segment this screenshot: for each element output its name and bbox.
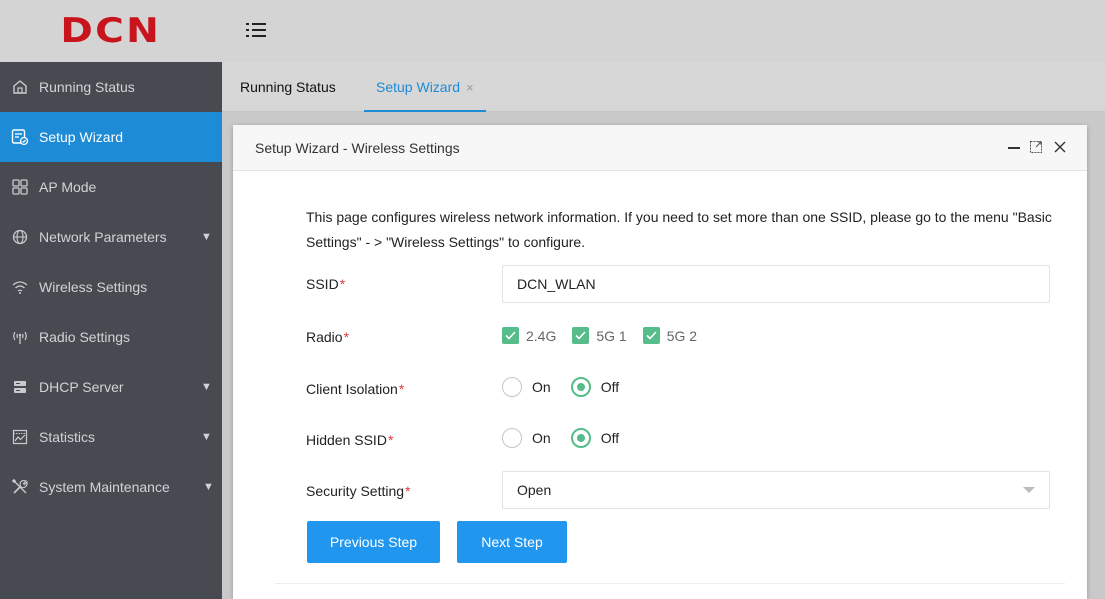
radio-option-label: On	[532, 379, 551, 395]
sidebar-item-label: Statistics	[39, 429, 96, 445]
security-setting-label-text: Security Setting	[306, 483, 405, 499]
hidden-ssid-off-radio[interactable]	[570, 428, 591, 448]
ssid-input[interactable]	[502, 265, 1050, 303]
home-icon	[10, 77, 30, 97]
sidebar-item-label: AP Mode	[39, 179, 97, 195]
sidebar: Running Status Setup Wizard AP Mode Netw…	[0, 62, 222, 599]
sidebar-item-label: Radio Settings	[39, 329, 131, 345]
required-mark: *	[405, 483, 411, 499]
sidebar-item-label: System Maintenance	[39, 479, 170, 495]
sidebar-item-label: DHCP Server	[39, 379, 124, 395]
tab-label: Running Status	[240, 79, 336, 95]
next-step-button[interactable]: Next Step	[457, 521, 567, 563]
required-mark: *	[387, 432, 394, 448]
radio-band-checkboxes: 2.4G 5G 1 5G 2	[502, 327, 713, 344]
menu-toggle-icon[interactable]	[246, 20, 268, 40]
check-icon	[575, 331, 586, 340]
sidebar-item-label: Running Status	[39, 79, 135, 95]
intro-text: This page configures wireless network in…	[306, 209, 1052, 250]
chevron-down-icon	[1023, 487, 1035, 493]
server-icon	[10, 377, 30, 397]
client-isolation-label: Client Isolation*	[306, 381, 404, 397]
security-setting-label: Security Setting*	[306, 483, 411, 499]
logo-text: DCN	[60, 11, 162, 51]
chevron-down-icon: ▼	[201, 431, 212, 443]
wizard-icon	[10, 127, 30, 147]
radio-option-label: Off	[600, 379, 620, 395]
close-icon[interactable]: ×	[466, 80, 474, 95]
tab-running-status[interactable]: Running Status	[240, 62, 336, 112]
grid-icon	[10, 177, 30, 197]
dialog-header: Setup Wizard - Wireless Settings	[233, 125, 1087, 171]
radio-label-text: Radio	[306, 329, 343, 345]
sidebar-item-label: Network Parameters	[39, 229, 167, 245]
sidebar-item-system-maintenance[interactable]: System Maintenance ▼	[0, 462, 222, 512]
sidebar-item-wireless-settings[interactable]: Wireless Settings	[0, 262, 222, 312]
hidden-ssid-options: On Off	[502, 428, 639, 448]
checkbox-label: 5G 1	[596, 327, 627, 344]
checkbox-label: 5G 2	[666, 327, 698, 344]
ssid-label: SSID*	[306, 276, 345, 292]
security-setting-value: Open	[517, 482, 552, 498]
globe-icon	[10, 227, 30, 247]
chart-icon	[10, 427, 30, 447]
checkbox-2-4g[interactable]	[502, 327, 519, 344]
client-isolation-off-radio[interactable]	[570, 377, 591, 397]
maximize-icon[interactable]	[1027, 138, 1045, 156]
sidebar-item-label: Wireless Settings	[39, 279, 148, 295]
checkbox-5g1[interactable]	[572, 327, 590, 344]
radio-option-label: On	[532, 430, 551, 446]
wifi-icon	[10, 277, 30, 297]
dialog-title: Setup Wizard - Wireless Settings	[255, 140, 460, 156]
sidebar-item-radio-settings[interactable]: Radio Settings	[0, 312, 222, 362]
hidden-ssid-label-text: Hidden SSID	[306, 432, 387, 448]
divider	[275, 583, 1065, 584]
minimize-icon[interactable]	[1005, 138, 1023, 156]
required-mark: *	[343, 329, 350, 345]
hidden-ssid-label: Hidden SSID*	[306, 432, 393, 448]
checkbox-label: 2.4G	[526, 327, 557, 344]
sidebar-item-ap-mode[interactable]: AP Mode	[0, 162, 222, 212]
tab-bar: Running Status Setup Wizard ×	[222, 62, 1105, 112]
client-isolation-label-text: Client Isolation	[306, 381, 398, 397]
hidden-ssid-on-radio[interactable]	[502, 428, 522, 448]
security-setting-select[interactable]: Open	[502, 471, 1050, 509]
client-isolation-on-radio[interactable]	[502, 377, 522, 397]
wireless-settings-dialog: Setup Wizard - Wireless Settings This pa…	[233, 125, 1087, 599]
sidebar-item-dhcp-server[interactable]: DHCP Server ▼	[0, 362, 222, 412]
previous-step-button[interactable]: Previous Step	[307, 521, 440, 563]
sidebar-item-setup-wizard[interactable]: Setup Wizard	[0, 112, 222, 162]
tab-label: Setup Wizard	[376, 79, 461, 95]
required-mark: *	[398, 381, 405, 397]
client-isolation-options: On Off	[502, 377, 639, 397]
tab-setup-wizard[interactable]: Setup Wizard ×	[364, 62, 486, 112]
chevron-down-icon: ▼	[201, 381, 212, 393]
ssid-label-text: SSID	[306, 276, 339, 292]
sidebar-item-statistics[interactable]: Statistics ▼	[0, 412, 222, 462]
top-header: DCN	[0, 0, 1105, 62]
sidebar-item-network-parameters[interactable]: Network Parameters ▼	[0, 212, 222, 262]
logo: DCN	[0, 0, 222, 62]
tools-icon	[10, 477, 30, 497]
sidebar-item-label: Setup Wizard	[39, 129, 124, 145]
close-icon[interactable]	[1051, 138, 1069, 156]
check-icon	[646, 331, 657, 340]
radio-label: Radio*	[306, 329, 349, 345]
chevron-down-icon: ▼	[203, 481, 214, 493]
checkbox-5g2[interactable]	[642, 327, 660, 344]
chevron-down-icon: ▼	[201, 231, 212, 243]
radio-icon	[10, 327, 30, 347]
required-mark: *	[339, 276, 346, 292]
sidebar-item-running-status[interactable]: Running Status	[0, 62, 222, 112]
check-icon	[505, 331, 516, 340]
radio-option-label: Off	[600, 430, 620, 446]
